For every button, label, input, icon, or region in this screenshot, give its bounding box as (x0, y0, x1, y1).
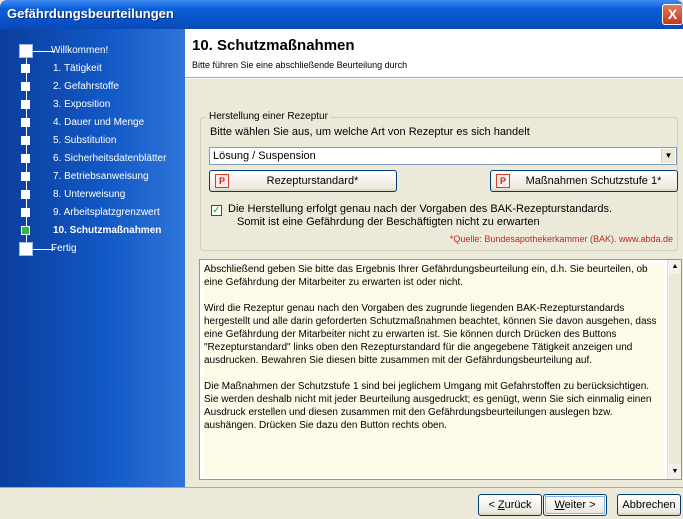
step-icon (21, 100, 30, 109)
info-textarea[interactable]: Abschließend geben Sie bitte das Ergebni… (199, 259, 682, 480)
start-node-icon (19, 44, 33, 58)
cancel-button[interactable]: Abbrechen (617, 494, 681, 516)
rezepturstandard-button[interactable]: P Rezepturstandard* (209, 170, 397, 192)
sidebar-item-label: 3. Exposition (53, 99, 111, 110)
schutzstufe-button[interactable]: P Maßnahmen Schutzstufe 1* (490, 170, 678, 192)
back-accel: Z (497, 499, 505, 511)
sidebar-item-label: Fertig (51, 243, 77, 254)
sidebar-item-label: 2. Gefahrstoffe (53, 81, 119, 92)
step-icon (21, 82, 30, 91)
checkbox-label: Die Herstellung erfolgt genau nach der V… (228, 203, 613, 215)
sidebar-item-label: 4. Dauer und Menge (53, 117, 145, 128)
step-icon (21, 154, 30, 163)
back-rest: urück (504, 499, 532, 511)
next-button[interactable]: Weiter > (543, 494, 607, 516)
close-button[interactable]: X (662, 4, 683, 25)
header-divider (185, 77, 683, 79)
step-icon (21, 118, 30, 127)
source-note: *Quelle: Bundesapothekerkammer (BAK). ww… (449, 234, 673, 244)
next-rest: eiter > (564, 499, 596, 511)
page-subtitle: Bitte führen Sie eine abschließende Beur… (192, 60, 408, 70)
info-paragraph: Die Maßnahmen der Schutzstufe 1 sind bei… (204, 381, 652, 431)
back-prefix: < (488, 499, 498, 511)
pdf-icon: P (215, 174, 229, 188)
title-bar: Gefährdungsbeurteilungen X (0, 0, 683, 29)
sidebar-item-label: 9. Arbeitsplatzgrenzwert (53, 207, 160, 218)
footer-divider (0, 487, 683, 488)
vertical-scrollbar[interactable]: ▲ ▼ (667, 260, 681, 479)
window-title: Gefährdungsbeurteilungen (7, 6, 174, 21)
scroll-thumb[interactable] (669, 274, 681, 464)
button-label: Maßnahmen Schutzstufe 1* (525, 175, 662, 187)
page-header: 10. Schutzmaßnahmen Bitte führen Sie ein… (185, 29, 683, 77)
pdf-icon: P (496, 174, 510, 188)
bak-conform-checkbox[interactable]: ✓ (211, 205, 222, 216)
step-icon (21, 172, 30, 181)
step-icon (21, 190, 30, 199)
chevron-down-icon[interactable]: ▼ (661, 149, 675, 163)
sidebar-item-label: Willkommen! (51, 45, 109, 56)
scroll-down-icon[interactable]: ▼ (668, 465, 682, 479)
sidebar-item-label: 7. Betriebsanweisung (53, 171, 149, 182)
button-label: Rezepturstandard* (266, 175, 359, 187)
wizard-sidebar: Willkommen! 1. Tätigkeit 2. Gefahrstoffe… (0, 29, 185, 487)
step-icon (21, 64, 30, 73)
sidebar-item-label: 6. Sicherheitsdatenblätter (53, 153, 167, 164)
info-paragraph: Wird die Rezeptur genau nach den Vorgabe… (204, 303, 657, 366)
groupbox-legend: Herstellung einer Rezeptur (207, 111, 330, 122)
sidebar-item-label: 1. Tätigkeit (53, 63, 102, 74)
next-accel: W (554, 499, 565, 511)
current-step-icon (21, 226, 30, 235)
info-paragraph: Abschließend geben Sie bitte das Ergebni… (204, 264, 648, 288)
recipe-question: Bitte wählen Sie aus, um welche Art von … (210, 126, 530, 138)
sidebar-item-label: 8. Unterweisung (53, 189, 126, 200)
sidebar-item-label: 5. Substitution (53, 135, 117, 146)
step-icon (21, 208, 30, 217)
checkbox-label-continued: Somit ist eine Gefährdung der Beschäftig… (237, 216, 540, 228)
sidebar-item-label: 10. Schutzmaßnahmen (53, 225, 162, 236)
recipe-type-value: Lösung / Suspension (213, 150, 316, 162)
back-button[interactable]: < Zurück (478, 494, 542, 516)
end-node-icon (19, 242, 33, 256)
step-icon (21, 136, 30, 145)
info-text: Abschließend geben Sie bitte das Ergebni… (204, 263, 664, 477)
page-title: 10. Schutzmaßnahmen (192, 37, 355, 54)
recipe-type-select[interactable]: Lösung / Suspension ▼ (209, 147, 677, 165)
scroll-up-icon[interactable]: ▲ (668, 260, 682, 274)
